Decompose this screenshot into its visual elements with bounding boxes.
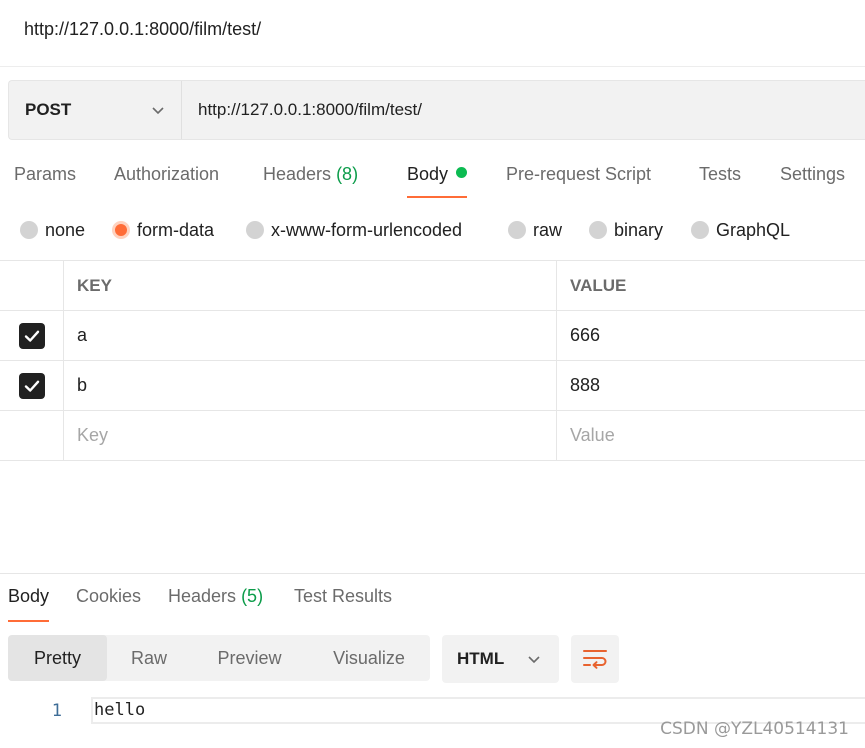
request-title[interactable]: http://127.0.0.1:8000/film/test/ (24, 19, 261, 40)
response-headers-count: (5) (241, 586, 264, 606)
checkmark-icon (24, 330, 39, 342)
radio-circle-icon (508, 221, 526, 239)
radio-form-data[interactable]: form-data (112, 215, 214, 245)
tab-authorization-label: Authorization (114, 164, 220, 184)
radio-circle-icon (20, 221, 38, 239)
url-input[interactable]: http://127.0.0.1:8000/film/test/ (182, 81, 865, 139)
request-title-bar: http://127.0.0.1:8000/film/test/ (0, 0, 865, 67)
radio-graphql-label: GraphQL (716, 219, 791, 240)
radio-binary[interactable]: binary (589, 215, 663, 245)
new-value-input[interactable]: Value (557, 411, 865, 460)
tab-params-label: Params (14, 164, 77, 184)
radio-graphql[interactable]: GraphQL (691, 215, 790, 245)
tab-pre-request-script[interactable]: Pre-request Script (506, 164, 651, 198)
new-key-input[interactable]: Key (64, 411, 557, 460)
table-row: b 888 (0, 361, 865, 411)
method-label: POST (25, 100, 72, 119)
row-check-cell (0, 411, 64, 460)
radio-circle-icon (246, 221, 264, 239)
form-data-table: KEY VALUE a 666 b 888 Key Value (0, 260, 865, 461)
tab-tests-label: Tests (699, 164, 742, 184)
method-select[interactable]: POST (9, 81, 182, 139)
response-pane-divider[interactable] (0, 573, 865, 574)
response-format-label: HTML (457, 649, 505, 668)
request-bar: POST http://127.0.0.1:8000/film/test/ (8, 80, 865, 140)
response-format-select[interactable]: HTML (442, 635, 559, 683)
radio-x-www-form-urlencoded[interactable]: x-www-form-urlencoded (246, 215, 462, 245)
view-pretty-button[interactable]: Pretty (8, 635, 107, 681)
tab-tests[interactable]: Tests (699, 164, 741, 198)
tab-headers-label: Headers (263, 164, 332, 184)
radio-form-data-label: form-data (137, 219, 215, 240)
response-tab-cookies-label: Cookies (76, 586, 142, 606)
row-check-cell (0, 311, 64, 360)
radio-none-label: none (45, 219, 86, 240)
tab-settings-label: Settings (780, 164, 846, 184)
response-tab-test-results-label: Test Results (294, 586, 393, 606)
key-input[interactable]: b (64, 361, 557, 410)
wrap-lines-button[interactable] (571, 635, 619, 683)
tab-authorization[interactable]: Authorization (114, 164, 219, 198)
row-checkbox[interactable] (18, 322, 45, 349)
key-input[interactable]: a (64, 311, 557, 360)
tab-active-underline (407, 196, 468, 198)
response-tab-headers[interactable]: Headers (5) (168, 586, 263, 622)
radio-raw[interactable]: raw (508, 215, 562, 245)
table-header-row: KEY VALUE (0, 261, 865, 311)
tab-settings[interactable]: Settings (780, 164, 845, 198)
radio-none[interactable]: none (20, 215, 85, 245)
wrap-lines-icon (583, 650, 607, 669)
response-tab-test-results[interactable]: Test Results (294, 586, 392, 622)
value-input[interactable]: 888 (557, 361, 865, 410)
row-checkbox[interactable] (18, 372, 45, 399)
column-header-value: VALUE (570, 275, 627, 295)
view-preview-button[interactable]: Preview (191, 635, 308, 681)
tab-headers[interactable]: Headers (8) (263, 164, 358, 198)
request-tabs: Params Authorization Headers (8) Body Pr… (0, 158, 865, 198)
headers-count: (8) (336, 164, 359, 184)
response-tabs: Body Cookies Headers (5) Test Results (0, 586, 865, 622)
column-header-key: KEY (64, 261, 557, 310)
radio-circle-icon (691, 221, 709, 239)
checkmark-icon (24, 380, 39, 392)
body-type-options: none form-data x-www-form-urlencoded raw… (0, 215, 865, 245)
tab-body[interactable]: Body (407, 164, 468, 198)
response-tab-body[interactable]: Body (8, 586, 50, 622)
watermark: CSDN @YZL40514131 (660, 719, 849, 739)
row-check-cell (0, 361, 64, 410)
response-tab-cookies[interactable]: Cookies (76, 586, 141, 622)
view-visualize-button[interactable]: Visualize (308, 635, 430, 681)
radio-circle-icon (589, 221, 607, 239)
radio-raw-label: raw (533, 219, 563, 240)
radio-selected-icon (112, 221, 130, 239)
line-number: 1 (51, 701, 62, 721)
chevron-down-icon (527, 652, 541, 666)
table-row-empty: Key Value (0, 411, 865, 461)
value-input[interactable]: 666 (557, 311, 865, 360)
body-active-dot-icon (456, 167, 468, 178)
radio-urlencoded-label: x-www-form-urlencoded (271, 219, 463, 240)
response-tab-headers-label: Headers (168, 586, 237, 606)
tab-active-underline (8, 620, 50, 622)
response-view-mode: Pretty Raw Preview Visualize (8, 635, 430, 681)
response-tab-body-label: Body (8, 586, 50, 606)
tab-params[interactable]: Params (14, 164, 76, 198)
view-raw-button[interactable]: Raw (107, 635, 191, 681)
tab-pre-request-label: Pre-request Script (506, 164, 652, 184)
radio-binary-label: binary (614, 219, 664, 240)
table-row: a 666 (0, 311, 865, 361)
header-check-cell (0, 261, 64, 310)
tab-body-label: Body (407, 164, 449, 184)
chevron-down-icon (151, 103, 165, 117)
